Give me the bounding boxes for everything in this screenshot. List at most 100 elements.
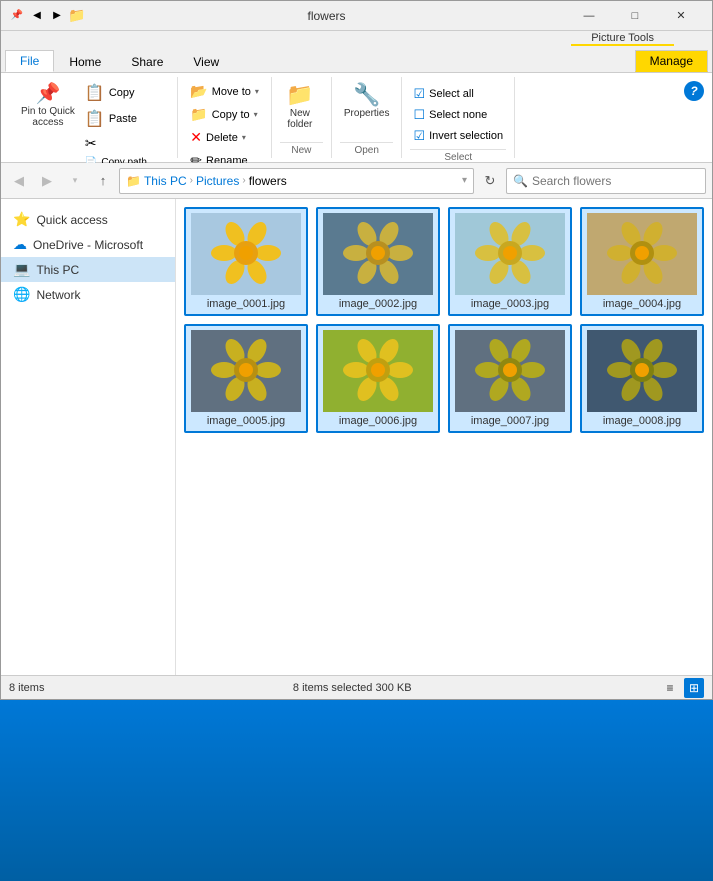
paste-icon: 📋 [85,109,105,129]
file-name-6: image_0006.jpg [339,415,417,427]
copy-to-button[interactable]: 📁 Copy to ▾ [186,104,261,125]
select-none-button[interactable]: ☐ Select none [410,106,490,124]
file-thumb-6 [323,330,433,412]
status-bar: 8 items 8 items selected 300 KB ≡ ⊞ [1,675,712,699]
select-all-button[interactable]: ☑ Select all [410,85,476,103]
file-thumb-3 [455,213,565,295]
grid-view-button[interactable]: ⊞ [684,678,704,698]
onedrive-icon: ☁ [13,236,27,253]
recent-locations-button[interactable]: ▾ [63,169,87,193]
properties-button[interactable]: 🔧 Properties [340,81,394,122]
move-to-button[interactable]: 📂 Move to ▾ [186,81,263,102]
file-thumb-2 [323,213,433,295]
sidebar-label-onedrive: OneDrive - Microsoft [33,238,143,252]
quick-access-star-icon: ⭐ [13,211,30,228]
sidebar-label-network: Network [36,288,80,302]
file-thumb-7 [455,330,565,412]
select-group: ☑ Select all ☐ Select none ☑ Invert sele… [402,77,515,158]
bc-folder-icon: 📁 [126,174,141,188]
title-bar-icons: 📌 ◀ ▶ 📁 [9,8,87,24]
file-name-1: image_0001.jpg [207,298,285,310]
search-box: 🔍 [506,168,706,194]
this-pc-icon: 💻 [13,261,30,278]
tab-share[interactable]: Share [116,51,178,72]
back-button[interactable]: ◀ [7,169,31,193]
clipboard-group: 📌 Pin to Quick access 📋 Copy 📋 Paste ✂ [9,77,178,158]
file-name-4: image_0004.jpg [603,298,681,310]
copy-button[interactable]: 📋 Copy [81,81,169,105]
bc-sep-1: › [190,175,193,186]
file-explorer-window: 📌 ◀ ▶ 📁 flowers — □ ✕ Picture Tools File… [0,0,713,700]
new-folder-button[interactable]: 📁 New folder [280,81,320,133]
invert-selection-button[interactable]: ☑ Invert selection [410,127,506,145]
minimize-button[interactable]: — [566,1,612,31]
properties-icon: 🔧 [353,84,380,106]
address-bar: ◀ ▶ ▾ ↑ 📁 This PC › Pictures › flowers ▾… [1,163,712,199]
organize-group: 📂 Move to ▾ 📁 Copy to ▾ ✕ Delete ▾ ✏ Ren… [178,77,272,158]
forward-icon[interactable]: ▶ [49,8,65,24]
open-label: Open [340,142,394,158]
sidebar-label-this-pc: This PC [36,263,79,277]
quick-access-icon[interactable]: 📌 [9,8,25,24]
tab-home[interactable]: Home [54,51,116,72]
refresh-button[interactable]: ↻ [478,169,502,193]
cut-icon: ✂ [85,135,97,152]
sidebar-item-network[interactable]: 🌐 Network [1,282,175,307]
select-all-checkbox: ☑ [413,86,425,102]
delete-button[interactable]: ✕ Delete ▾ [186,127,250,148]
select-content: ☑ Select all ☐ Select none ☑ Invert sele… [410,77,506,149]
new-content: 📁 New folder [280,77,323,142]
breadcrumb[interactable]: 📁 This PC › Pictures › flowers ▾ [119,168,474,194]
file-thumb-1 [191,213,301,295]
copy-to-icon: 📁 [190,106,207,123]
search-input[interactable] [532,174,699,188]
open-content: 🔧 Properties [340,77,394,142]
cut-button[interactable]: ✂ [81,133,169,154]
file-item-6[interactable]: image_0006.jpg [316,324,440,433]
window-title: flowers [87,9,566,23]
file-thumb-5 [191,330,301,412]
tab-manage[interactable]: Manage [635,50,708,72]
view-controls: ≡ ⊞ [660,678,704,698]
sidebar-item-quick-access[interactable]: ⭐ Quick access [1,207,175,232]
bc-pictures[interactable]: Pictures [196,174,239,188]
tab-file[interactable]: File [5,50,54,72]
open-group: 🔧 Properties Open [332,77,403,158]
title-bar: 📌 ◀ ▶ 📁 flowers — □ ✕ [1,1,712,31]
forward-button[interactable]: ▶ [35,169,59,193]
window-controls: — □ ✕ [566,1,704,31]
tab-view[interactable]: View [178,51,234,72]
organize-content: 📂 Move to ▾ 📁 Copy to ▾ ✕ Delete ▾ ✏ Ren… [186,77,263,175]
new-folder-icon: 📁 [286,84,313,106]
file-item-4[interactable]: image_0004.jpg [580,207,704,316]
maximize-button[interactable]: □ [612,1,658,31]
folder-icon: 📁 [69,8,85,24]
file-item-3[interactable]: image_0003.jpg [448,207,572,316]
file-item-1[interactable]: image_0001.jpg [184,207,308,316]
sidebar-item-onedrive[interactable]: ☁ OneDrive - Microsoft [1,232,175,257]
help-button[interactable]: ? [684,81,704,101]
close-button[interactable]: ✕ [658,1,704,31]
back-icon[interactable]: ◀ [29,8,45,24]
file-name-7: image_0007.jpg [471,415,549,427]
bc-flowers: flowers [249,174,287,188]
file-item-7[interactable]: image_0007.jpg [448,324,572,433]
bc-this-pc[interactable]: This PC [144,174,187,188]
move-to-dropdown: ▾ [255,87,259,96]
file-item-5[interactable]: image_0005.jpg [184,324,308,433]
copy-icon: 📋 [85,83,105,103]
bc-sep-2: › [242,175,245,186]
item-count: 8 items [9,682,44,694]
network-icon: 🌐 [13,286,30,303]
up-directory-button[interactable]: ↑ [91,169,115,193]
bc-dropdown[interactable]: ▾ [462,175,467,186]
file-item-8[interactable]: image_0008.jpg [580,324,704,433]
file-name-3: image_0003.jpg [471,298,549,310]
paste-button[interactable]: 📋 Paste [81,107,169,131]
file-item-2[interactable]: image_0002.jpg [316,207,440,316]
file-name-5: image_0005.jpg [207,415,285,427]
sidebar-label-quick-access: Quick access [36,213,107,227]
pin-to-quick-access-button[interactable]: 📌 Pin to Quick access [17,81,79,131]
sidebar-item-this-pc[interactable]: 💻 This PC [1,257,175,282]
list-view-button[interactable]: ≡ [660,678,680,698]
